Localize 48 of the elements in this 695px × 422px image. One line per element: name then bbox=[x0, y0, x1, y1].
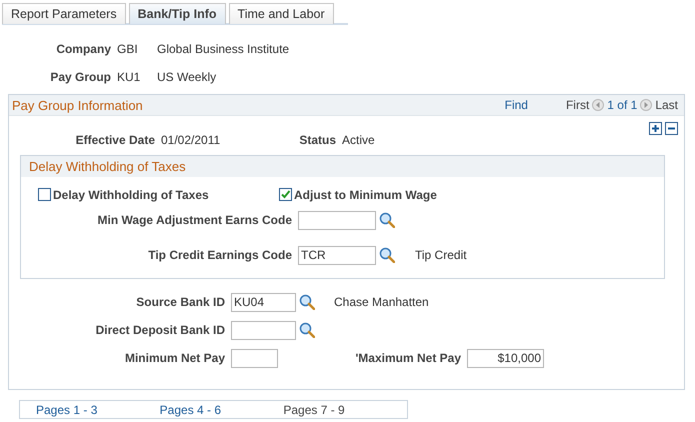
search-icon[interactable] bbox=[379, 247, 395, 263]
field-label: Status bbox=[298, 133, 337, 147]
field-value: KU1 bbox=[117, 70, 142, 84]
field-description: Chase Manhatten bbox=[334, 295, 429, 309]
input-field[interactable]: $10,000 bbox=[467, 348, 544, 368]
page-link[interactable]: Pages 1 - 3 bbox=[36, 402, 160, 416]
input-field[interactable] bbox=[231, 348, 278, 368]
field-description: Global Business Institute bbox=[157, 42, 290, 56]
field-description: Tip Credit bbox=[415, 248, 467, 262]
field-label: Effective Date bbox=[74, 133, 156, 147]
field-label: Minimum Net Pay bbox=[124, 351, 226, 365]
field-label: Direct Deposit Bank ID bbox=[94, 323, 226, 337]
checkbox-label: Delay Withholding of Taxes bbox=[53, 188, 209, 202]
field-label: Company bbox=[55, 42, 112, 56]
nav-label: Last bbox=[655, 98, 678, 112]
input-field[interactable]: KU04 bbox=[231, 292, 296, 312]
remove-icon[interactable] bbox=[665, 122, 678, 135]
page-link[interactable]: Pages 7 - 9 bbox=[283, 402, 408, 416]
search-icon[interactable] bbox=[299, 294, 315, 310]
next-icon[interactable] bbox=[640, 99, 652, 111]
previous-icon[interactable] bbox=[592, 99, 604, 111]
field-label: Min Wage Adjustment Earns Code bbox=[96, 213, 293, 227]
panel-title: Pay Group Information bbox=[12, 98, 144, 112]
nav-label: First bbox=[566, 98, 590, 112]
field-description: US Weekly bbox=[157, 70, 216, 84]
input-field[interactable] bbox=[298, 210, 376, 230]
field-value: GBI bbox=[117, 42, 139, 56]
add-icon[interactable] bbox=[649, 122, 662, 135]
page-link[interactable]: Pages 4 - 6 bbox=[160, 402, 284, 416]
field-value: 01/02/2011 bbox=[161, 133, 222, 147]
checkbox-label: Adjust to Minimum Wage bbox=[294, 188, 437, 202]
checkbox[interactable] bbox=[38, 188, 51, 201]
tab[interactable]: Report Parameters bbox=[2, 3, 126, 24]
row-count[interactable]: 1 of 1 bbox=[607, 98, 638, 112]
field-label: 'Maximum Net Pay bbox=[354, 351, 462, 365]
field-label: Pay Group bbox=[49, 70, 112, 84]
field-label: Tip Credit Earnings Code bbox=[147, 248, 293, 262]
input-field[interactable] bbox=[231, 320, 296, 340]
field-label: Source Bank ID bbox=[135, 295, 226, 309]
search-icon[interactable] bbox=[299, 322, 315, 338]
field-value: Active bbox=[342, 133, 375, 147]
search-icon[interactable] bbox=[379, 212, 395, 228]
checkbox[interactable] bbox=[279, 188, 292, 201]
section-title: Delay Withholding of Taxes bbox=[21, 156, 664, 177]
tab[interactable]: Bank/Tip Info bbox=[128, 3, 226, 24]
tab[interactable]: Time and Labor bbox=[228, 3, 334, 24]
find-link[interactable]: Find bbox=[504, 98, 528, 112]
input-field[interactable]: TCR bbox=[298, 246, 376, 264]
